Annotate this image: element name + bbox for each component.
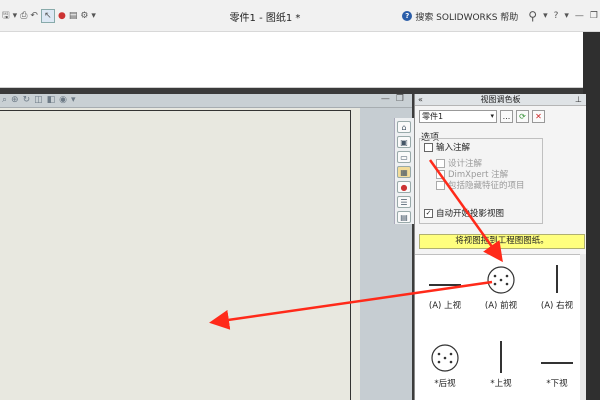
annotation-arrows xyxy=(209,159,503,330)
drag-arrow-down xyxy=(428,159,503,263)
drag-arrow-to-sheet xyxy=(209,280,493,330)
